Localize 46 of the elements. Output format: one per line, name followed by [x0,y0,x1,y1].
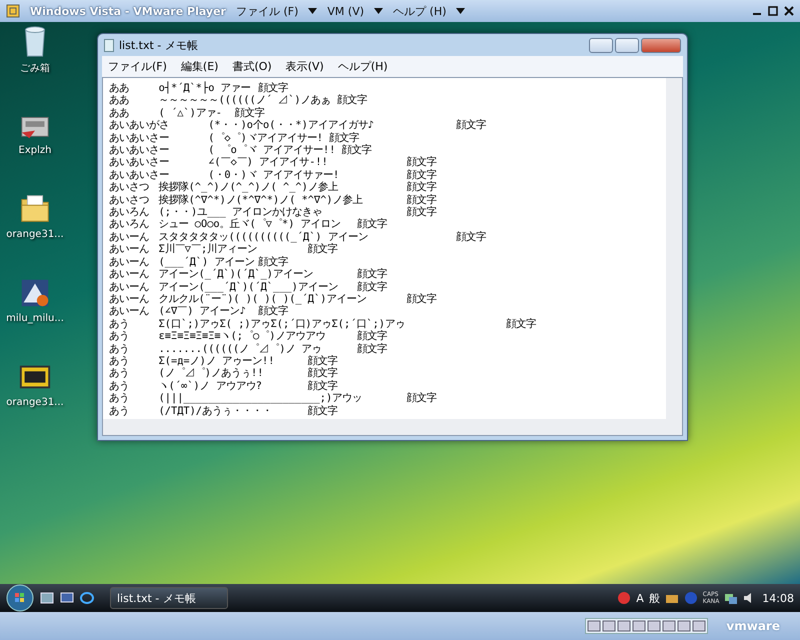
menu-item[interactable]: ファイル (F) [236,4,298,18]
desktop-icon[interactable] [40,591,54,605]
device-icon[interactable] [587,620,602,632]
device-icon[interactable] [692,620,706,632]
app-icon [6,4,20,18]
vertical-scrollbar[interactable] [666,78,682,419]
ime-mode[interactable]: 般 [648,590,660,606]
device-icon[interactable] [662,620,676,632]
menu-item[interactable]: ヘルプ(H) [338,59,388,74]
network-icon[interactable] [724,591,738,605]
monitor-icon[interactable] [60,591,74,605]
desktop-icon-label[interactable]: ごみ箱 [20,61,50,75]
device-icon[interactable] [602,620,616,632]
start-orb-icon[interactable] [6,584,34,612]
stop-icon[interactable] [617,591,632,605]
minimize-button[interactable] [589,38,613,52]
ime-mode[interactable]: A [636,592,644,604]
menu-item[interactable]: VM (V) [327,4,364,18]
window-title: Windows Vista - VMware Player [30,4,226,18]
desktop-icon-label[interactable]: Explzh [18,145,52,156]
menu-item[interactable]: ヘルプ (H) [393,4,446,18]
desktop-icon-label[interactable]: orange31... [6,397,64,408]
dropdown-arrow-icon[interactable] [456,8,466,14]
close-icon[interactable] [784,6,794,16]
clock[interactable]: 14:08 [762,592,794,604]
close-button[interactable] [641,38,681,52]
dropdown-arrow-icon[interactable] [374,8,384,14]
device-icon[interactable] [617,620,632,632]
desktop-icon-label[interactable]: orange31... [6,229,64,240]
browser-icon[interactable] [80,591,94,605]
device-icon[interactable] [677,620,692,632]
menu-item[interactable]: ファイル(F) [108,59,167,74]
notepad-icon [104,38,114,52]
window-title: list.txt - メモ帳 [119,38,198,52]
menu-item[interactable]: 表示(V) [286,59,324,74]
brand-logo: vmware [726,619,780,633]
desktop-icon-label[interactable]: milu_milu... [6,313,64,324]
horizontal-scrollbar[interactable] [103,419,666,435]
taskbar-button[interactable]: list.txt - メモ帳 [110,587,228,609]
device-icon[interactable] [647,620,662,632]
menu-item[interactable]: 編集(E) [180,59,218,74]
menu-item[interactable]: 書式(O) [232,59,272,74]
maximize-icon[interactable] [768,6,778,16]
dropdown-arrow-icon[interactable] [308,8,318,14]
maximize-button[interactable] [615,38,639,52]
device-icon[interactable] [632,620,646,632]
